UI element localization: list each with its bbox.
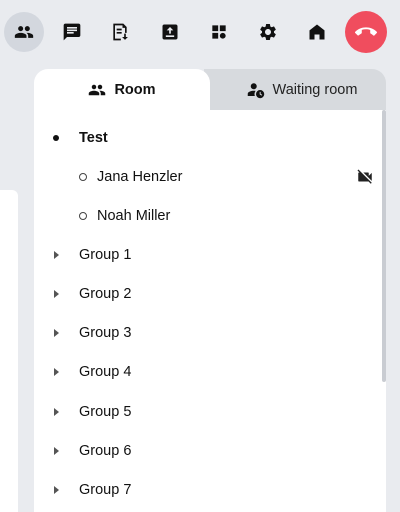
toolbar bbox=[4, 11, 400, 56]
participant-item[interactable]: Jana Henzler bbox=[34, 157, 378, 196]
group-item[interactable]: Group 2 bbox=[34, 274, 378, 313]
upload-button[interactable] bbox=[150, 12, 190, 52]
group-item[interactable]: Group 3 bbox=[34, 313, 378, 352]
scrollbar[interactable] bbox=[382, 110, 386, 382]
bullet-icon bbox=[53, 134, 59, 141]
participants-panel: Waiting room Room Test Jana Henzler Noah… bbox=[34, 69, 386, 512]
group-label: Group 6 bbox=[79, 442, 132, 459]
group-item[interactable]: Group 6 bbox=[34, 431, 378, 470]
participant-name: Jana Henzler bbox=[97, 168, 183, 185]
settings-button[interactable] bbox=[248, 12, 288, 52]
group-label: Group 7 bbox=[79, 481, 132, 498]
group-label: Group 4 bbox=[79, 363, 132, 380]
participant-name: Noah Miller bbox=[97, 207, 171, 224]
people-icon bbox=[14, 26, 34, 38]
group-item[interactable]: Group 4 bbox=[34, 352, 378, 391]
notes-button[interactable] bbox=[100, 12, 140, 52]
video-off-icon bbox=[356, 168, 374, 186]
caret-right-icon bbox=[54, 446, 59, 455]
group-item[interactable]: Group 7 bbox=[34, 470, 378, 509]
tab-waiting-room[interactable]: Waiting room bbox=[204, 69, 386, 110]
participant-item[interactable]: Noah Miller bbox=[34, 196, 378, 235]
room-name: Test bbox=[79, 129, 108, 146]
tab-room-label: Room bbox=[114, 81, 156, 98]
caret-right-icon bbox=[54, 407, 59, 416]
panel-tabs: Waiting room Room bbox=[34, 69, 386, 110]
apps-button[interactable] bbox=[199, 12, 239, 52]
stage-panel-edge bbox=[0, 190, 18, 512]
gear-icon bbox=[260, 23, 276, 40]
meeting-sidebar: Waiting room Room Test Jana Henzler Noah… bbox=[0, 0, 400, 512]
circle-icon bbox=[79, 211, 87, 220]
notes-icon bbox=[113, 23, 128, 41]
chat-icon bbox=[63, 23, 81, 41]
caret-right-icon bbox=[54, 328, 59, 337]
tab-waiting-room-label: Waiting room bbox=[272, 81, 358, 98]
room-item-test[interactable]: Test bbox=[34, 118, 378, 157]
upload-icon bbox=[162, 24, 178, 40]
people-icon bbox=[89, 84, 106, 95]
hang-up-button[interactable] bbox=[345, 11, 387, 53]
circle-icon bbox=[79, 172, 87, 181]
caret-right-icon bbox=[54, 367, 59, 376]
room-list: Test Jana Henzler Noah Miller Group 1 Gr… bbox=[34, 110, 386, 512]
participants-button[interactable] bbox=[4, 12, 44, 52]
apps-grid-icon bbox=[212, 25, 226, 39]
group-item[interactable]: Group 1 bbox=[34, 235, 378, 274]
group-label: Group 2 bbox=[79, 285, 132, 302]
group-item[interactable]: Group 5 bbox=[34, 392, 378, 431]
group-label: Group 5 bbox=[79, 403, 132, 420]
caret-right-icon bbox=[54, 289, 59, 298]
chat-button[interactable] bbox=[52, 12, 92, 52]
group-label: Group 3 bbox=[79, 324, 132, 341]
waiting-room-icon bbox=[247, 82, 264, 98]
home-button[interactable] bbox=[297, 12, 337, 52]
caret-right-icon bbox=[54, 485, 59, 494]
hang-up-icon bbox=[355, 27, 377, 36]
group-label: Group 1 bbox=[79, 246, 132, 263]
tab-room[interactable]: Room bbox=[34, 69, 210, 110]
home-icon bbox=[309, 24, 325, 40]
caret-right-icon bbox=[54, 250, 59, 259]
